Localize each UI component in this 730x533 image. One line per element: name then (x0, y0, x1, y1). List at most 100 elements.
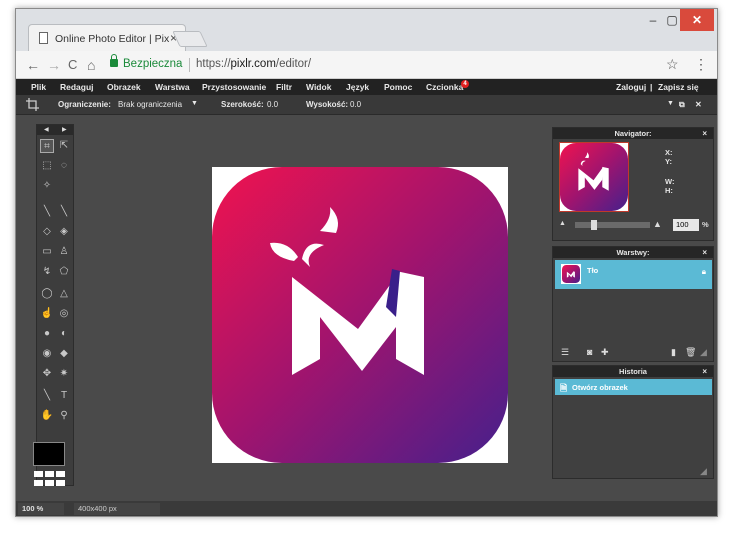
menu-obrazek[interactable]: Obrazek (107, 82, 141, 92)
zoom-out-icon[interactable]: ▲ (559, 220, 566, 227)
url-field[interactable]: https://pixlr.com/editor/ (196, 58, 311, 70)
eraser-tool-icon[interactable]: ◇ (40, 225, 54, 239)
nav-y-label: Y: (665, 157, 672, 166)
dropdown-arrow-icon[interactable]: ▼ (667, 100, 674, 107)
spot-heal-tool-icon[interactable]: ◆ (57, 347, 71, 361)
layer-thumbnail-image (562, 265, 580, 283)
gradient-tool-icon[interactable]: ▭ (40, 245, 54, 259)
width-label: Szerokość: (221, 100, 264, 109)
new-layer-icon[interactable]: ▮ (671, 347, 676, 358)
burn-tool-icon[interactable]: ◐ (57, 327, 71, 341)
navigator-thumbnail[interactable] (559, 142, 629, 212)
menu-czcionka[interactable]: Czcionka (426, 82, 463, 92)
brush-tool-icon[interactable]: ╲ (57, 205, 71, 219)
close-icon[interactable]: ✕ (695, 100, 702, 109)
reload-icon[interactable]: C (68, 57, 77, 72)
layer-row[interactable]: Tło 🔒︎ (555, 260, 712, 289)
drawing-tool-icon[interactable]: ⬠ (57, 265, 71, 279)
layers-panel: Warstwy: × Tło 🔒︎ ☰ ◙ ✚ ▮ 🗑︎ ◢ (552, 246, 714, 362)
layer-settings-icon[interactable]: ☰ (561, 347, 569, 358)
type-tool-icon[interactable]: T (57, 389, 71, 403)
browser-tab[interactable]: Online Photo Editor | Pix × (28, 24, 186, 52)
zoom-input[interactable]: 100 (673, 219, 699, 231)
pencil-tool-icon[interactable]: ╲ (40, 205, 54, 219)
grid-icon[interactable] (34, 471, 66, 487)
magic-wand-tool-icon[interactable]: ✧ (40, 179, 54, 193)
home-icon[interactable]: ⌂ (87, 57, 95, 73)
image-canvas[interactable] (212, 167, 508, 463)
zoom-unit: % (702, 220, 709, 229)
bloat-tool-icon[interactable]: ✥ (40, 367, 54, 381)
height-input[interactable]: 0.0 (350, 100, 361, 109)
login-link[interactable]: Zaloguj (616, 82, 646, 92)
sharpen-tool-icon[interactable]: △ (57, 287, 71, 301)
clone-stamp-tool-icon[interactable]: ♙ (57, 245, 71, 259)
hand-tool-icon[interactable]: ✋ (40, 409, 54, 423)
address-divider (189, 58, 190, 72)
toolbox: ◀ ▶ ⌗ ⇱ ⬚ ◌ ✧ ╲ ╲ ◇ ◈ ▭ ♙ ↯ ⬠ ◯ △ ☝ ◎ ● … (36, 124, 74, 486)
zoom-slider-knob[interactable] (591, 220, 597, 230)
blur-tool-icon[interactable]: ◯ (40, 287, 54, 301)
trash-icon[interactable]: 🗑︎ (685, 347, 696, 358)
history-resize-handle-icon[interactable]: ◢ (700, 466, 707, 477)
address-bar: ← → C ⌂ Bezpieczna https://pixlr.com/edi… (16, 51, 717, 79)
zoom-tool-icon[interactable]: ⚲ (57, 409, 71, 423)
url-scheme: https:// (196, 58, 231, 70)
back-icon[interactable]: ← (26, 57, 40, 73)
chevron-down-icon[interactable]: ▼ (191, 100, 198, 107)
color-swatch[interactable] (33, 442, 65, 466)
toolbox-left-arrow-icon[interactable]: ◀ (44, 126, 49, 133)
tool-options-bar: Ograniczenie: Brak ograniczenia ▼ Szerok… (16, 95, 717, 115)
status-zoom[interactable]: 100 % (18, 503, 64, 515)
width-input[interactable]: 0.0 (267, 100, 278, 109)
history-close-icon[interactable]: × (702, 366, 707, 377)
dodge-tool-icon[interactable]: ● (40, 327, 54, 341)
sponge-tool-icon[interactable]: ◎ (57, 307, 71, 321)
zoom-in-icon[interactable]: ▲ (653, 219, 662, 229)
pinch-tool-icon[interactable]: ✷ (57, 367, 71, 381)
menu-pomoc[interactable]: Pomoc (384, 82, 412, 92)
menu-widok[interactable]: Widok (306, 82, 331, 92)
toolbox-right-arrow-icon[interactable]: ▶ (62, 126, 67, 133)
restore-icon[interactable]: ⧉ (679, 100, 685, 110)
nav-x-label: X: (665, 148, 673, 157)
menu-jezyk[interactable]: Język (346, 82, 369, 92)
url-path: /editor/ (275, 58, 312, 70)
menu-warstwa[interactable]: Warstwa (155, 82, 190, 92)
color-replace-tool-icon[interactable]: ↯ (40, 265, 54, 279)
lock-icon[interactable]: 🔒︎ (702, 267, 706, 277)
navigator-close-icon[interactable]: × (702, 128, 707, 139)
marquee-tool-icon[interactable]: ⬚ (40, 159, 54, 173)
layer-name: Tło (587, 266, 599, 275)
minimize-icon[interactable]: – (644, 9, 662, 31)
lasso-tool-icon[interactable]: ◌ (57, 159, 71, 173)
window-close-icon[interactable]: ✕ (680, 9, 714, 31)
browser-window: Online Photo Editor | Pix × – ▢ ✕ ← → C … (15, 8, 718, 517)
move-tool-icon[interactable]: ⇱ (57, 139, 71, 153)
document-icon (39, 32, 48, 44)
paint-bucket-tool-icon[interactable]: ◈ (57, 225, 71, 239)
layer-mask-icon[interactable]: ◙ (587, 347, 592, 357)
smudge-tool-icon[interactable]: ☝ (40, 307, 54, 321)
bookmark-star-icon[interactable]: ☆ (666, 56, 679, 73)
signup-link[interactable]: Zapisz się (658, 82, 699, 92)
nav-h-label: H: (665, 186, 673, 195)
layers-close-icon[interactable]: × (702, 247, 707, 258)
menu-plik[interactable]: Plik (31, 82, 46, 92)
menu-divider: | (650, 82, 653, 92)
crop-tool-icon[interactable]: ⌗ (40, 139, 54, 153)
resize-handle-icon[interactable]: ◢ (700, 347, 707, 358)
layer-fx-icon[interactable]: ✚ (601, 347, 609, 358)
forward-icon[interactable]: → (47, 57, 61, 73)
menu-filtr[interactable]: Filtr (276, 82, 292, 92)
constraint-select[interactable]: Brak ograniczenia (118, 100, 182, 109)
color-picker-tool-icon[interactable]: ╲ (40, 389, 54, 403)
zoom-slider[interactable] (575, 220, 650, 230)
history-item[interactable]: 🗎︎ Otwórz obrazek (555, 379, 712, 395)
maximize-icon[interactable]: ▢ (663, 9, 681, 31)
browser-menu-icon[interactable]: ⋮ (694, 56, 708, 73)
menu-redaguj[interactable]: Redaguj (60, 82, 94, 92)
menu-przystosowanie[interactable]: Przystosowanie (202, 82, 266, 92)
red-eye-tool-icon[interactable]: ◉ (40, 347, 54, 361)
status-zoom-unit: % (36, 504, 44, 513)
